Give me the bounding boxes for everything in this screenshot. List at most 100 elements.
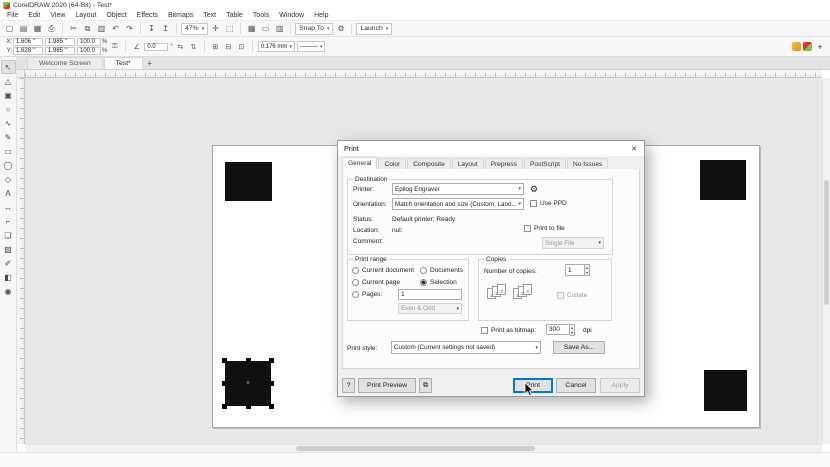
radio-documents[interactable]: Documents <box>420 267 463 274</box>
menu-table[interactable]: Table <box>221 11 248 20</box>
scale-x-input[interactable]: 100.0 <box>77 38 101 46</box>
redo-icon[interactable]: ↷ <box>123 23 136 35</box>
selection-handle[interactable] <box>246 358 251 363</box>
shape-rectangle-top-right[interactable] <box>700 160 746 200</box>
print-dialog-titlebar[interactable]: Print <box>338 141 644 156</box>
menu-tools[interactable]: Tools <box>248 11 274 20</box>
outline-width-dropdown[interactable]: 0.176 mm ▾ <box>258 41 295 52</box>
stepper-arrows[interactable]: ▴ ▾ <box>570 324 575 336</box>
show-grid-icon[interactable]: ▦ <box>245 23 258 35</box>
stepper-down-icon[interactable]: ▾ <box>570 330 574 335</box>
selection-handle[interactable] <box>269 381 274 386</box>
print-preview-button[interactable]: Print Preview <box>358 378 416 393</box>
undo-icon[interactable]: ↶ <box>109 23 122 35</box>
print-button[interactable]: Print <box>513 378 553 393</box>
text-tool-icon[interactable]: A <box>1 186 16 200</box>
print-style-dropdown[interactable]: Custom (Current settings not saved) ▾ <box>391 341 541 354</box>
export-icon[interactable]: ↥ <box>159 23 172 35</box>
fullscreen-icon[interactable]: ⬚ <box>223 23 236 35</box>
help-button[interactable]: ? <box>342 378 355 393</box>
options-gear-icon[interactable]: ⚙ <box>334 23 347 35</box>
print-to-file-checkbox[interactable]: Print to file <box>524 225 565 232</box>
artistic-media-tool-icon[interactable]: ✎ <box>1 130 16 144</box>
menu-object[interactable]: Object <box>101 11 131 20</box>
object-height-input[interactable]: 1.985 " <box>45 47 75 55</box>
orientation-dropdown[interactable]: Match orientation and size (Custom, Land… <box>392 198 524 210</box>
menu-help[interactable]: Help <box>309 11 333 20</box>
paste-icon[interactable]: ▥ <box>95 23 108 35</box>
x-position-input[interactable]: 1.606 " <box>13 38 43 46</box>
tab-test-document[interactable]: Test* <box>104 57 143 69</box>
window-titlebar[interactable]: CorelDRAW 2020 (64-Bit) - Test* <box>0 0 830 11</box>
menu-edit[interactable]: Edit <box>23 11 45 20</box>
connector-tool-icon[interactable]: ⌐ <box>1 214 16 228</box>
selection-handle[interactable] <box>222 381 227 386</box>
mirror-horizontal-icon[interactable]: ⇆ <box>175 41 186 52</box>
app-shortcut-icon[interactable] <box>792 42 801 51</box>
stepper-down-icon[interactable]: ▾ <box>585 270 589 275</box>
bitmap-dpi-stepper[interactable]: 300 ▴ ▾ <box>546 324 575 336</box>
dimension-tool-icon[interactable]: ↔ <box>1 200 16 214</box>
number-of-copies-stepper[interactable]: 1 ▴ ▾ <box>565 264 590 276</box>
smart-fill-tool-icon[interactable]: ◉ <box>1 284 16 298</box>
object-order-icon[interactable]: ⊟ <box>223 41 234 52</box>
vertical-scrollbar-thumb[interactable] <box>824 180 829 304</box>
lock-ratio-icon[interactable]: ⚿ <box>109 41 120 52</box>
horizontal-ruler[interactable] <box>25 70 822 78</box>
mirror-vertical-icon[interactable]: ⇅ <box>188 41 199 52</box>
radio-pages[interactable]: Pages: <box>352 291 382 298</box>
menu-effects[interactable]: Effects <box>132 11 163 20</box>
import-icon[interactable]: ↧ <box>145 23 158 35</box>
polygon-tool-icon[interactable]: ◇ <box>1 172 16 186</box>
freehand-tool-icon[interactable]: ∿ <box>1 116 16 130</box>
pick-tool-icon[interactable]: ↖ <box>1 60 16 74</box>
ellipse-tool-icon[interactable]: ◯ <box>1 158 16 172</box>
snap-to-dropdown[interactable]: Snap To ▾ <box>295 23 333 35</box>
tab-welcome-screen[interactable]: Welcome Screen <box>27 57 103 69</box>
selection-handle[interactable] <box>269 358 274 363</box>
app-shortcut-icon[interactable] <box>803 42 812 51</box>
rotation-angle-input[interactable]: 0.0 <box>144 43 168 51</box>
close-icon[interactable]: ✕ <box>628 143 640 154</box>
copy-icon[interactable]: ⧉ <box>81 23 94 35</box>
menu-bitmaps[interactable]: Bitmaps <box>163 11 198 20</box>
show-guidelines-icon[interactable]: ▥ <box>273 23 286 35</box>
object-width-input[interactable]: 1.985 " <box>45 38 75 46</box>
rectangle-tool-icon[interactable]: ▭ <box>1 144 16 158</box>
vertical-ruler[interactable] <box>17 78 25 444</box>
selection-handle[interactable] <box>246 404 251 409</box>
interactive-fill-tool-icon[interactable]: ◧ <box>1 270 16 284</box>
menu-layout[interactable]: Layout <box>70 11 101 20</box>
radio-current-document[interactable]: Current document <box>352 267 414 274</box>
y-position-input[interactable]: 1.628 " <box>13 47 43 55</box>
wrap-text-icon[interactable]: ⊞ <box>210 41 221 52</box>
stepper-arrows[interactable]: ▴ ▾ <box>585 264 590 276</box>
print-as-bitmap-checkbox[interactable]: Print as bitmap: <box>481 327 536 334</box>
selection-handle[interactable] <box>222 404 227 409</box>
number-of-copies-value[interactable]: 1 <box>565 264 585 276</box>
zoom-tool-icon[interactable]: ○ <box>1 102 16 116</box>
scale-y-input[interactable]: 100.0 <box>77 47 101 55</box>
save-icon[interactable]: ▦ <box>31 23 44 35</box>
new-tab-button[interactable]: + <box>144 57 156 69</box>
printer-settings-gear-icon[interactable]: ⚙ <box>530 184 538 195</box>
mini-preview-toggle-icon[interactable]: ⧉ <box>419 378 432 393</box>
selected-object[interactable]: × <box>225 361 271 406</box>
zoom-level-dropdown[interactable]: 47% ▾ <box>181 23 208 35</box>
horizontal-scrollbar[interactable] <box>25 444 822 452</box>
menu-file[interactable]: File <box>2 11 23 20</box>
use-ppd-checkbox[interactable]: Use PPD <box>530 200 567 207</box>
transparency-tool-icon[interactable]: ▨ <box>1 242 16 256</box>
radio-current-page[interactable]: Current page <box>352 279 400 286</box>
launch-dropdown[interactable]: Launch ▾ <box>356 23 392 35</box>
drop-shadow-tool-icon[interactable]: ❏ <box>1 228 16 242</box>
pages-input[interactable]: 1 <box>398 289 462 300</box>
group-objects-icon[interactable]: ⊡ <box>236 41 247 52</box>
quick-customize-button[interactable]: + <box>814 41 826 53</box>
new-document-icon[interactable]: ▢ <box>3 23 16 35</box>
menu-view[interactable]: View <box>45 11 70 20</box>
shape-tool-icon[interactable]: △ <box>1 74 16 88</box>
horizontal-scrollbar-thumb[interactable] <box>296 446 535 451</box>
radio-selection[interactable]: Selection <box>420 279 457 286</box>
cut-icon[interactable]: ✂ <box>67 23 80 35</box>
